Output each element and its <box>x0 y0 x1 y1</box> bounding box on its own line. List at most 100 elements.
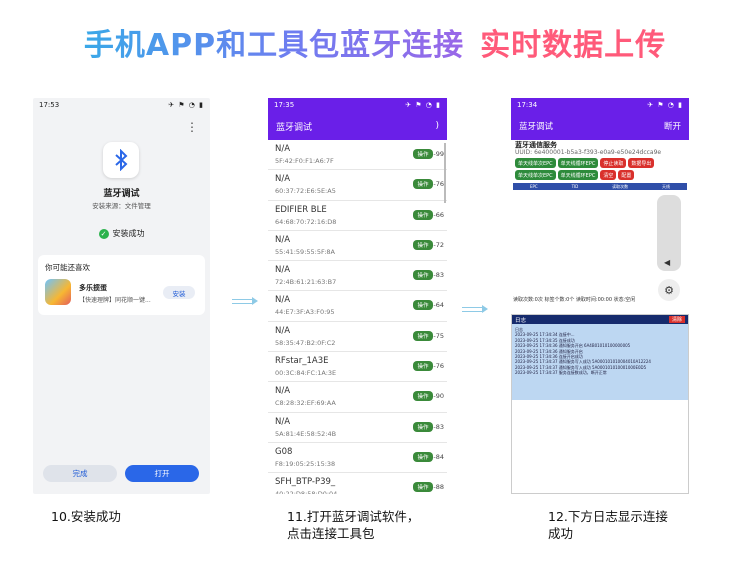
title-part2: 实时数据上传 <box>480 28 667 63</box>
operate-button[interactable]: 操作 <box>413 300 433 311</box>
install-button[interactable]: 安装 <box>163 286 195 299</box>
device-rssi: -83 <box>433 422 444 431</box>
status-bar: 17:34 ✈ ⚑ ◔ ▮ <box>511 98 689 112</box>
log-line: 2023-09-25 17:34:37 服务连接数成功，断开正常 <box>515 370 607 376</box>
status-bar: 17:35 ✈ ⚑ ◔ ▮ <box>268 98 447 112</box>
command-button[interactable]: 单天线单次EPC <box>515 158 556 168</box>
recommend-title: 你可能还喜欢 <box>45 263 90 272</box>
disconnect-button[interactable]: 断开 <box>664 120 681 132</box>
operate-button[interactable]: 操作 <box>413 270 433 281</box>
device-row[interactable]: EDIFIER BLE 64:68:70:72:16:D8 操作 -66 <box>268 201 447 231</box>
device-row[interactable]: G08 F8:19:05:25:15:38 操作 -84 <box>268 443 447 474</box>
status-time: 17:34 <box>517 101 538 109</box>
command-button[interactable]: 停止读取 <box>600 158 627 168</box>
operate-button[interactable]: 操作 <box>413 179 433 190</box>
device-row[interactable]: N/A 5A:81:4E:58:52:4B 操作 -83 <box>268 413 447 443</box>
operate-button[interactable]: 操作 <box>413 482 433 493</box>
open-button[interactable]: 打开 <box>125 465 199 482</box>
device-row[interactable]: SFH_BTP-P39_40:22:D8:58:D0:04操作-88 <box>268 473 447 494</box>
status-bar: 17:53 ✈ ⚑ ◔ ▮ <box>33 98 210 112</box>
recommend-card: 你可能还喜欢 多乐掼蛋 【快速理牌】同花顺一键... 安装 <box>38 255 205 315</box>
device-rssi: -99 <box>433 150 444 158</box>
caption-step12: 12.下方日志显示连接 成功 <box>548 508 668 542</box>
scrollbar[interactable] <box>444 143 446 203</box>
operate-button[interactable]: 操作 <box>413 209 433 220</box>
operate-button[interactable]: 操作 <box>413 239 433 250</box>
device-row[interactable]: N/A 44:E7:3F:A3:F0:95 操作 -64 <box>268 291 447 322</box>
operate-button[interactable]: 操作 <box>413 361 433 372</box>
device-list: N/A 5F:42:F0:F1:A6:7F 操作 -99 N/A 60:37:72:E6:… <box>268 140 447 494</box>
caption-step10: 10.安装成功 <box>51 508 121 525</box>
log-header: 日志 清除 <box>512 315 688 324</box>
game-desc: 【快速理牌】同花顺一键... <box>79 297 151 304</box>
device-row[interactable]: RFstar_1A3E 00:3C:84:FC:1A:3E 操作 -76 <box>268 352 447 383</box>
device-rssi: -84 <box>433 452 444 461</box>
table-header: EPC TID 读取次数 天线 <box>513 183 687 190</box>
caption-step10-text: 10.安装成功 <box>51 509 121 524</box>
device-rssi: -66 <box>433 210 444 219</box>
device-rssi: -76 <box>433 180 444 189</box>
game-icon <box>45 279 71 305</box>
app-bar: 蓝牙调试 ) <box>268 112 447 140</box>
service-uuid: UUID: 6e400001-b5a3-f393-e0a9-e50e24dcca… <box>515 149 662 156</box>
phone-install-screen: 17:53 ✈ ⚑ ◔ ▮ ⋮ 蓝牙调试 安装来源：文件管理 ✓ 安装成功 你可… <box>33 98 210 494</box>
install-success: ✓ 安装成功 <box>33 228 210 239</box>
clear-log-button[interactable]: 清除 <box>668 316 685 323</box>
device-row[interactable]: N/A 5F:42:F0:F1:A6:7F 操作 -99 <box>268 140 447 171</box>
more-menu-icon[interactable]: ⋮ <box>186 120 198 134</box>
install-source: 安装来源：文件管理 <box>92 202 151 210</box>
table-column-header: TID <box>571 184 579 189</box>
phone-device-list: 17:35 ✈ ⚑ ◔ ▮ 蓝牙调试 ) N/A 5F:42:F0:F1:A6:7… <box>268 98 447 494</box>
bluetooth-icon <box>115 149 128 171</box>
app-bar: 蓝牙调试 断开 <box>511 112 689 140</box>
command-button[interactable]: 数据导出 <box>628 158 655 168</box>
command-button[interactable]: 配置 <box>618 170 635 180</box>
device-rssi: -64 <box>433 301 444 310</box>
device-row[interactable]: N/A 55:41:59:55:5F:8A 操作 -72 <box>268 231 447 262</box>
command-button[interactable]: 清空 <box>600 170 617 180</box>
done-button[interactable]: 完成 <box>43 465 117 482</box>
log-panel: 日志 清除 日志 2023-09-25 17:34:34 连接中... 2023-0… <box>511 314 689 494</box>
command-buttons: 单天线单次EPC 单天线循环EPC 停止读取 数据导出 单天线单次EPC 单天线循环EPC… <box>515 158 687 180</box>
caption-step11: 11.打开蓝牙调试软件， 点击连接工具包 <box>287 508 419 542</box>
refresh-icon[interactable]: ) <box>435 121 439 131</box>
command-button[interactable]: 单天线单次EPC <box>515 170 556 180</box>
caption-step11-line2: 点击连接工具包 <box>287 526 375 541</box>
app-bar-title: 蓝牙调试 <box>276 122 313 133</box>
check-icon: ✓ <box>98 228 109 239</box>
page-title: 手机APP和工具包蓝牙连接 实时数据上传 <box>0 20 750 64</box>
gear-icon[interactable]: ⚙ <box>658 279 680 301</box>
log-title: 日志 <box>515 317 527 324</box>
device-rssi: -90 <box>433 392 444 401</box>
device-row[interactable]: N/A 58:35:47:B2:0F:C2 操作 -75 <box>268 322 447 353</box>
device-rssi: -76 <box>433 362 444 371</box>
status-icons: ✈ ⚑ ◔ ▮ <box>647 101 683 109</box>
phone-connected-screen: 17:34 ✈ ⚑ ◔ ▮ 蓝牙调试 断开 蓝牙通信服务 UUID: 6e400… <box>511 98 689 308</box>
device-row[interactable]: N/A 72:4B:61:21:63:B7 操作 -83 <box>268 261 447 292</box>
log-body: 日志 2023-09-25 17:34:34 连接中... 2023-09-25 1… <box>512 324 688 400</box>
game-name: 多乐掼蛋 <box>79 284 107 292</box>
command-button[interactable]: 单天线循环EPC <box>557 158 599 168</box>
operate-button[interactable]: 操作 <box>413 451 433 462</box>
operate-button[interactable]: 操作 <box>413 149 433 159</box>
app-bar-title: 蓝牙调试 <box>519 122 554 132</box>
operate-button[interactable]: 操作 <box>413 421 433 432</box>
command-button[interactable]: 单天线循环EPC <box>557 170 599 180</box>
device-row[interactable]: N/A C8:28:32:EF:69:AA 操作 -90 <box>268 382 447 413</box>
read-status-line: 读取次数:0次 标签个数:0个 读取时间:00:00 状态:空闲 <box>513 297 636 303</box>
install-success-label: 安装成功 <box>112 229 145 238</box>
app-name: 蓝牙调试 <box>103 189 140 199</box>
arrow-right-icon <box>232 297 258 305</box>
bluetooth-app-icon <box>103 142 139 178</box>
device-row[interactable]: N/A 60:37:72:E6:5E:A5 操作 -76 <box>268 170 447 201</box>
caption-step11-line1: 11.打开蓝牙调试软件， <box>287 509 420 524</box>
device-rssi: -72 <box>433 240 444 249</box>
caption-step12-line2: 成功 <box>548 526 574 541</box>
arrow-right-icon <box>462 305 488 313</box>
table-column-header: 天线 <box>662 183 671 189</box>
operate-button[interactable]: 操作 <box>413 330 433 341</box>
operate-button[interactable]: 操作 <box>413 391 433 402</box>
status-icons: ✈ ⚑ ◔ ▮ <box>168 101 204 109</box>
title-part1: 手机APP和工具包蓝牙连接 <box>83 28 465 63</box>
device-rssi: -83 <box>433 271 444 280</box>
